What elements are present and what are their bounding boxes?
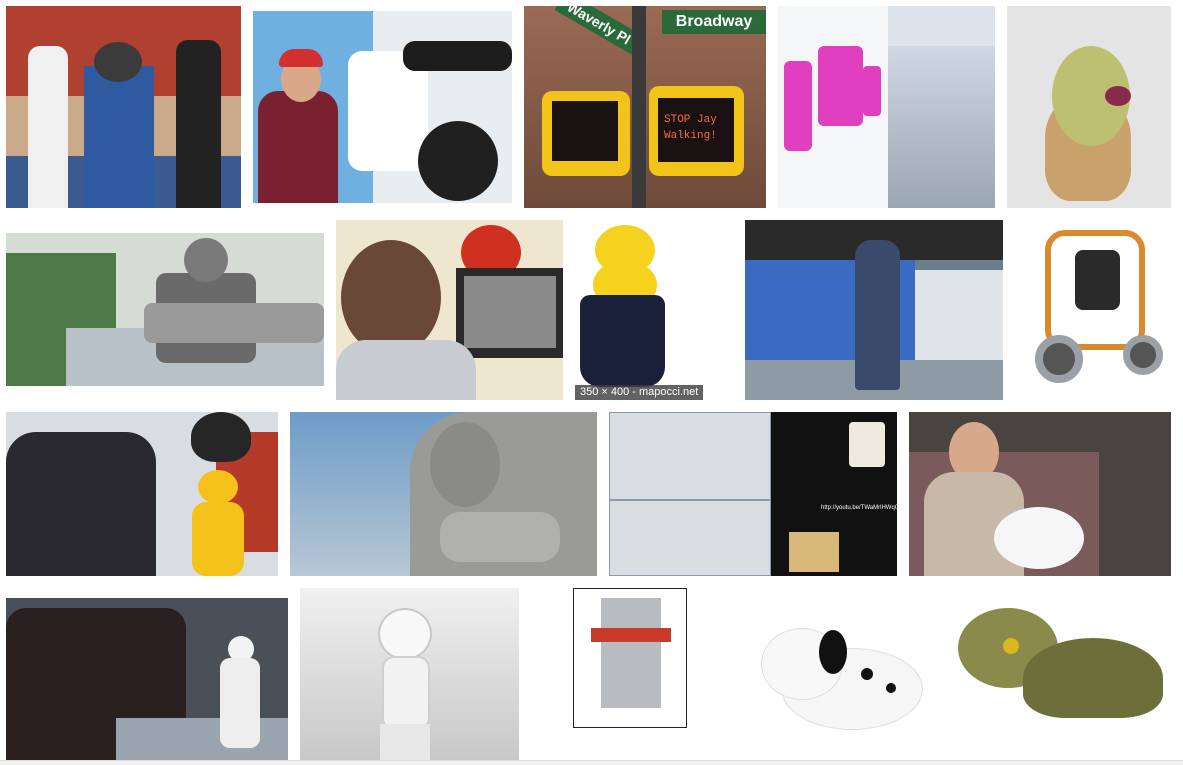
dog-ear [819, 630, 847, 674]
balancing-robot-kit-thumb[interactable] [1015, 220, 1171, 400]
dog-spot [861, 668, 873, 680]
stage-floor [116, 718, 288, 760]
exoskeleton-robot-thumb[interactable] [745, 220, 1003, 400]
person-right [176, 40, 221, 208]
printed-part-2 [789, 532, 839, 572]
man-jacket [258, 91, 338, 203]
dinosaur-toy-thumb[interactable] [953, 588, 1171, 760]
person-left [28, 46, 68, 208]
robot-head [94, 42, 142, 82]
robot-core [1075, 250, 1120, 310]
boy-head [341, 240, 441, 355]
asimo-body [220, 658, 260, 748]
thumb-caption: 350 × 400 - mapocci.net [575, 385, 704, 400]
robot-body [84, 66, 154, 208]
statue-head [430, 422, 500, 507]
statue-thumb[interactable] [290, 412, 597, 576]
dalmatian-toy-thumb[interactable] [741, 588, 941, 760]
robot-exhibit-thumb[interactable] [6, 6, 241, 208]
seal-robot-man-thumb[interactable] [909, 412, 1171, 576]
nao-legs [380, 724, 430, 760]
face-art-1 [784, 61, 812, 151]
wheel-right [1123, 335, 1163, 375]
monitor-screen [464, 276, 556, 348]
face-art-2 [818, 46, 863, 126]
hat [279, 49, 323, 67]
nao-head [378, 608, 432, 660]
yellow-robot-crowd-thumb[interactable] [6, 412, 278, 576]
robot-arms [144, 303, 324, 343]
seal-robot [994, 507, 1084, 569]
robot-body [192, 502, 244, 576]
boy-shirt [336, 340, 476, 400]
nao-robot-thumb[interactable] [300, 588, 519, 760]
leopard-head-thumb[interactable] [1007, 6, 1171, 208]
robot-head [184, 238, 228, 282]
keepon-base [580, 295, 665, 387]
dino-body [1023, 638, 1163, 718]
hallway-robot-faces-thumb[interactable] [778, 6, 995, 208]
traffic-signal-thumb[interactable]: Waverly Pl Broadway STOP Jay Walking! [524, 6, 766, 208]
heart-sign [191, 412, 251, 462]
keepon-robot-thumb[interactable]: 350 × 400 - mapocci.net [575, 220, 733, 400]
robot-base [418, 121, 498, 201]
robot-diagram-thumb[interactable] [531, 588, 729, 760]
robot-diagram [601, 598, 661, 708]
face-art-3 [863, 66, 881, 116]
boy-computer-thumb[interactable] [336, 220, 563, 400]
cad-window-bottom [609, 500, 771, 576]
pole [632, 6, 646, 208]
booth [915, 270, 1003, 360]
robot-arm-drawing-thumb[interactable] [253, 11, 512, 203]
dog-spot [886, 683, 896, 693]
asimo-crowd-thumb[interactable] [6, 598, 288, 760]
statue-arms [440, 512, 560, 562]
humanoid-robot-thumb[interactable] [6, 233, 324, 386]
video-url: http://youtu.be/TWaMrlHWqQ [821, 505, 897, 511]
robot-figure [855, 240, 900, 390]
leopard-nose [1105, 86, 1131, 106]
sign-broadway: Broadway [662, 10, 766, 34]
printed-part-1 [849, 422, 885, 467]
dino-eye [1003, 638, 1019, 654]
cad-parts-thumb[interactable]: http://youtu.be/TWaMrlHWqQ [609, 412, 897, 576]
cad-window-top [609, 412, 771, 500]
robot-head [198, 470, 238, 504]
signal-right-face: STOP Jay Walking! [658, 98, 734, 162]
crowd [6, 432, 156, 576]
hallway [888, 46, 995, 208]
signal-left-face [552, 101, 618, 161]
bottom-bar [0, 760, 1183, 765]
robot-arm [403, 41, 512, 71]
robot-red-parts [591, 628, 671, 642]
wheel-left [1035, 335, 1083, 383]
nao-body [382, 656, 430, 730]
